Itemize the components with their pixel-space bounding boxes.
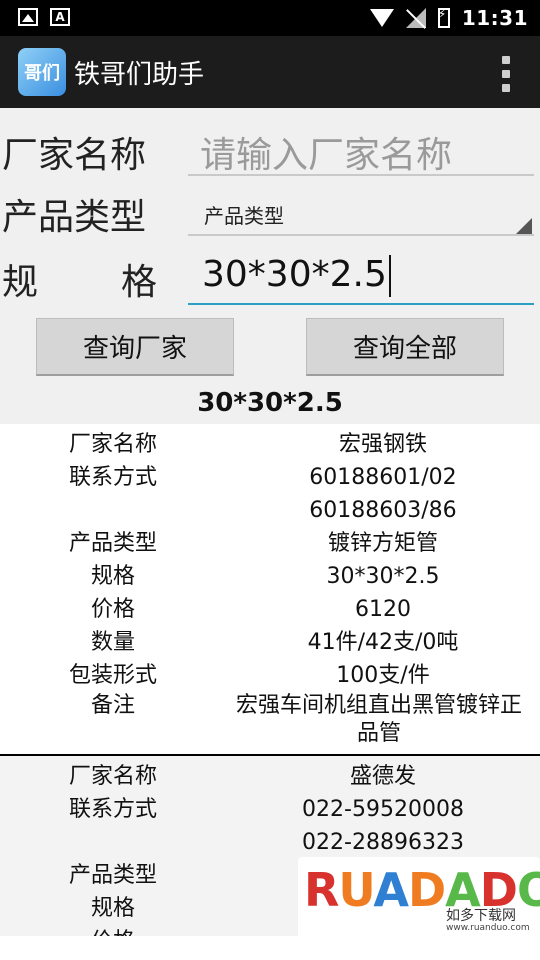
watermark-subtitle: 如多下载网 [446,908,516,924]
more-vert-icon[interactable] [502,56,510,92]
manufacturer-underline [188,174,534,176]
row-value: 6120 [355,597,411,622]
spinner-underline [188,234,534,236]
product-type-spinner[interactable]: 产品类型 [188,188,534,238]
result-row: 60188603/86 [0,494,540,527]
result-row: 厂家名称 盛德发 [0,760,540,793]
spec-label-char-2: 格 [120,262,157,303]
manufacturer-label: 厂家名称 [2,135,147,176]
row-key: 产品类型 [68,863,157,888]
row-key: 数量 [90,630,135,655]
a-notification-icon: A [50,8,70,26]
spec-value-wrap: 30*30*2.5 [202,254,391,297]
spec-value: 30*30*2.5 [202,254,387,295]
row-value: 60188601/02 [309,465,457,490]
wifi-icon [369,9,394,27]
result-row: 包装形式 100支/件 [0,659,540,692]
spec-input[interactable]: 30*30*2.5 [188,248,534,308]
row-key: 包装形式 [68,663,157,688]
battery-charging-icon [437,7,450,28]
row-key [0,826,226,859]
row-value: 30*30*2.5 [326,564,440,589]
search-form: 厂家名称 请输入厂家名称 产品类型 产品类型 规 格 30*30*2.5 查询厂… [0,108,540,424]
app-logo-icon: 哥们 [18,48,66,96]
row-value: 60188603/86 [309,498,457,523]
row-value: 022-59520008 [302,797,464,822]
row-key: 备注 [90,693,135,718]
watermark-url: www.ruanduo.com [446,923,530,933]
product-type-label: 产品类型 [2,197,147,238]
result-row: 数量 41件/42支/0吨 [0,626,540,659]
action-bar: 哥们 铁哥们助手 [0,36,540,108]
row-value: 宏强车间机组直出黑管镀锌正品管 [235,693,522,746]
row-key: 产品类型 [68,531,157,556]
app-title: 铁哥们助手 [74,60,205,90]
manufacturer-input[interactable]: 请输入厂家名称 [188,118,534,178]
no-signal-icon [405,8,426,28]
status-bar: A 11:31 [0,0,540,36]
watermark-logo: RUADADO 如多下载网 www.ruanduo.com [298,857,540,945]
spec-underline [188,303,534,305]
manufacturer-placeholder: 请输入厂家名称 [200,135,453,176]
status-time: 11:31 [461,6,528,30]
row-key: 价格 [90,597,135,622]
result-row: 联系方式 60188601/02 [0,461,540,494]
row-value: 宏强钢铁 [338,432,427,457]
row-key [0,494,226,527]
row-key: 价格 [0,925,226,936]
row-key: 联系方式 [68,465,157,490]
query-all-button[interactable]: 查询全部 [306,318,504,376]
query-manufacturer-button[interactable]: 查询厂家 [36,318,234,376]
query-result-title: 30*30*2.5 [197,388,343,418]
row-value: 41件/42支/0吨 [307,630,459,655]
result-row: 价格 6120 [0,593,540,626]
result-row: 厂家名称 宏强钢铁 [0,428,540,461]
row-value: 盛德发 [349,764,416,789]
result-row: 备注 宏强车间机组直出黑管镀锌正品管 [0,692,540,748]
result-row: 产品类型 镀锌方矩管 [0,527,540,560]
row-key: 联系方式 [68,797,157,822]
spec-label-char-1: 规 [2,262,39,303]
row-key: 规格 [90,896,135,921]
row-value: 100支/件 [336,663,430,688]
spinner-arrow-icon [516,218,532,234]
result-row: 联系方式 022-59520008 [0,793,540,826]
result-row: 022-28896323 [0,826,540,859]
text-cursor [388,255,391,297]
row-key: 厂家名称 [68,764,157,789]
result-record[interactable]: 厂家名称 宏强钢铁 联系方式 60188601/02 60188603/86 产品类… [0,424,540,754]
row-value: 022-28896323 [302,830,464,855]
row-value: 镀锌方矩管 [327,531,438,556]
product-type-selected: 产品类型 [204,204,284,228]
result-row: 规格 30*30*2.5 [0,560,540,593]
row-key: 规格 [90,564,135,589]
row-key: 厂家名称 [68,432,157,457]
image-icon [18,8,38,26]
spec-label: 规 格 [2,253,157,305]
